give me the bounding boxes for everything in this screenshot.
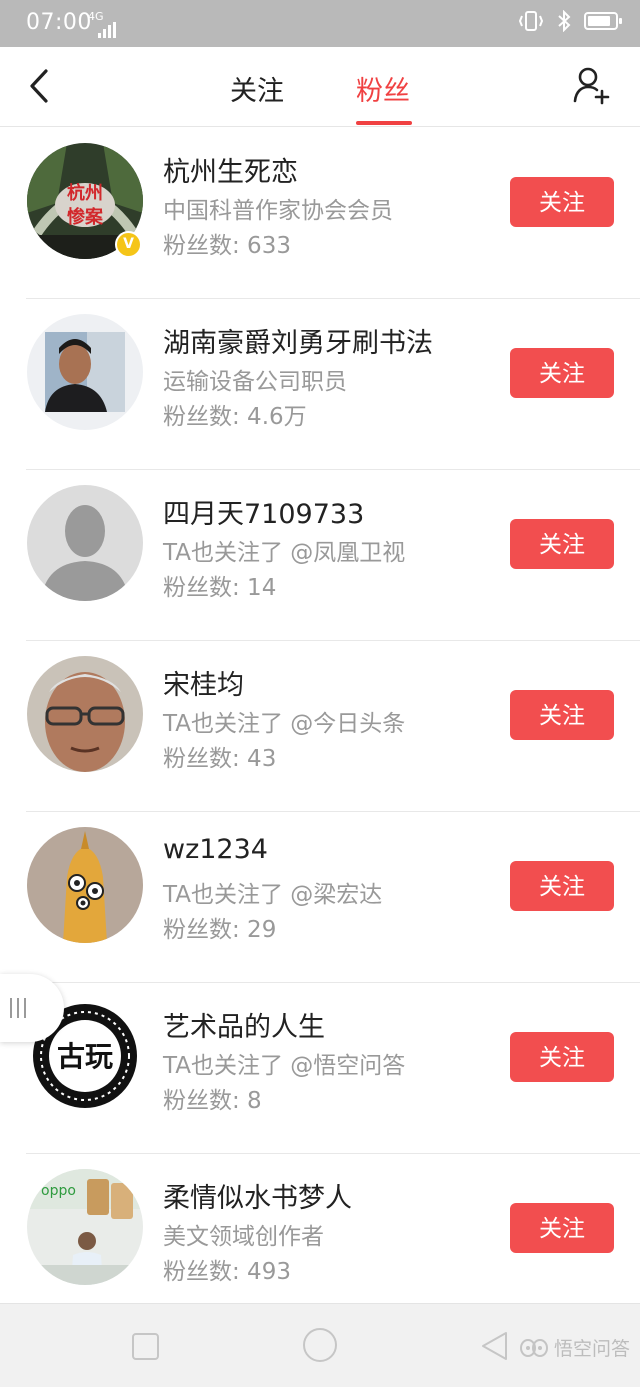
followers-list: 杭州 惨案 V 杭州生死恋 中国科普作家协会会员 粉丝数: 633 关注 湖南豪… bbox=[0, 128, 640, 1325]
fans-count: 粉丝数: 14 bbox=[163, 575, 277, 601]
follow-button[interactable]: 关注 bbox=[510, 690, 614, 740]
list-item[interactable]: 杭州 惨案 V 杭州生死恋 中国科普作家协会会员 粉丝数: 633 关注 bbox=[0, 128, 640, 299]
battery-icon bbox=[584, 12, 622, 30]
avatar[interactable] bbox=[27, 656, 143, 772]
follow-button[interactable]: 关注 bbox=[510, 861, 614, 911]
follow-button[interactable]: 关注 bbox=[510, 348, 614, 398]
circle-icon[interactable] bbox=[303, 1328, 337, 1362]
follow-button[interactable]: 关注 bbox=[510, 1032, 614, 1082]
status-time: 07:00 bbox=[26, 10, 92, 35]
user-name[interactable]: 杭州生死恋 bbox=[163, 150, 298, 189]
add-user-icon[interactable] bbox=[572, 65, 612, 105]
fans-count: 粉丝数: 29 bbox=[163, 917, 277, 943]
user-name[interactable]: 艺术品的人生 bbox=[163, 1005, 325, 1044]
fans-count: 粉丝数: 4.6万 bbox=[163, 404, 307, 430]
user-name[interactable]: 柔情似水书梦人 bbox=[163, 1176, 352, 1215]
follow-button[interactable]: 关注 bbox=[510, 519, 614, 569]
user-description: 美文领域创作者 bbox=[163, 1224, 324, 1250]
user-description: TA也关注了 @凤凰卫视 bbox=[163, 540, 406, 566]
user-description: 中国科普作家协会会员 bbox=[163, 198, 393, 224]
battery-level bbox=[588, 16, 610, 26]
user-name[interactable]: 宋桂均 bbox=[163, 663, 244, 702]
user-description: TA也关注了 @今日头条 bbox=[163, 711, 406, 737]
list-item[interactable]: 湖南豪爵刘勇牙刷书法 运输设备公司职员 粉丝数: 4.6万 关注 bbox=[0, 299, 640, 470]
list-item[interactable]: wz1234 TA也关注了 @梁宏达 粉丝数: 29 关注 bbox=[0, 812, 640, 983]
watermark: 悟空问答 bbox=[519, 1334, 630, 1361]
menu-bars-icon bbox=[10, 998, 26, 1018]
header: 关注 粉丝 bbox=[0, 47, 640, 127]
list-item[interactable]: 宋桂均 TA也关注了 @今日头条 粉丝数: 43 关注 bbox=[0, 641, 640, 812]
list-item[interactable]: 四月天7109733 TA也关注了 @凤凰卫视 粉丝数: 14 关注 bbox=[0, 470, 640, 641]
back-chevron-icon[interactable] bbox=[20, 63, 60, 109]
tab-following[interactable]: 关注 bbox=[230, 69, 284, 108]
user-name[interactable]: wz1234 bbox=[163, 834, 268, 865]
network-type: 4G bbox=[88, 10, 104, 23]
avatar-text: 杭州 bbox=[67, 182, 103, 204]
fans-count: 粉丝数: 633 bbox=[163, 233, 291, 259]
follow-button[interactable]: 关注 bbox=[510, 177, 614, 227]
watermark-text: 悟空问答 bbox=[553, 1338, 630, 1360]
avatar-text: 惨案 bbox=[67, 206, 104, 228]
user-name[interactable]: 湖南豪爵刘勇牙刷书法 bbox=[163, 321, 433, 360]
wukong-logo-icon bbox=[519, 1338, 548, 1357]
signal-icon bbox=[98, 22, 116, 38]
active-tab-indicator bbox=[356, 121, 412, 125]
square-icon[interactable] bbox=[132, 1333, 159, 1360]
bluetooth-icon bbox=[558, 10, 571, 32]
list-item[interactable]: oppo 柔情似水书梦人 美文领域创作者 粉丝数: 493 关注 bbox=[0, 1154, 640, 1325]
follow-button[interactable]: 关注 bbox=[510, 1203, 614, 1253]
system-nav-bar: 悟空问答 bbox=[0, 1303, 640, 1387]
avatar[interactable] bbox=[27, 827, 143, 943]
vibrate-icon bbox=[518, 11, 544, 31]
user-name[interactable]: 四月天7109733 bbox=[163, 492, 364, 531]
fans-count: 粉丝数: 8 bbox=[163, 1088, 262, 1114]
user-description: 运输设备公司职员 bbox=[163, 369, 347, 395]
tab-fans[interactable]: 粉丝 bbox=[356, 69, 410, 108]
avatar[interactable] bbox=[27, 314, 143, 430]
fans-count: 粉丝数: 43 bbox=[163, 746, 277, 772]
avatar-text: oppo bbox=[41, 1183, 76, 1199]
triangle-back-icon[interactable] bbox=[478, 1330, 512, 1362]
user-description: TA也关注了 @悟空问答 bbox=[163, 1053, 406, 1079]
verified-badge: V bbox=[115, 231, 142, 258]
status-bar: 07:00 4G bbox=[0, 0, 640, 47]
avatar[interactable]: oppo bbox=[27, 1169, 143, 1285]
avatar-text: 古玩 bbox=[57, 1040, 113, 1073]
fans-count: 粉丝数: 493 bbox=[163, 1259, 291, 1285]
user-description: TA也关注了 @梁宏达 bbox=[163, 882, 383, 908]
avatar[interactable] bbox=[27, 485, 143, 601]
list-item[interactable]: 古玩 艺术品的人生 TA也关注了 @悟空问答 粉丝数: 8 关注 bbox=[0, 983, 640, 1154]
